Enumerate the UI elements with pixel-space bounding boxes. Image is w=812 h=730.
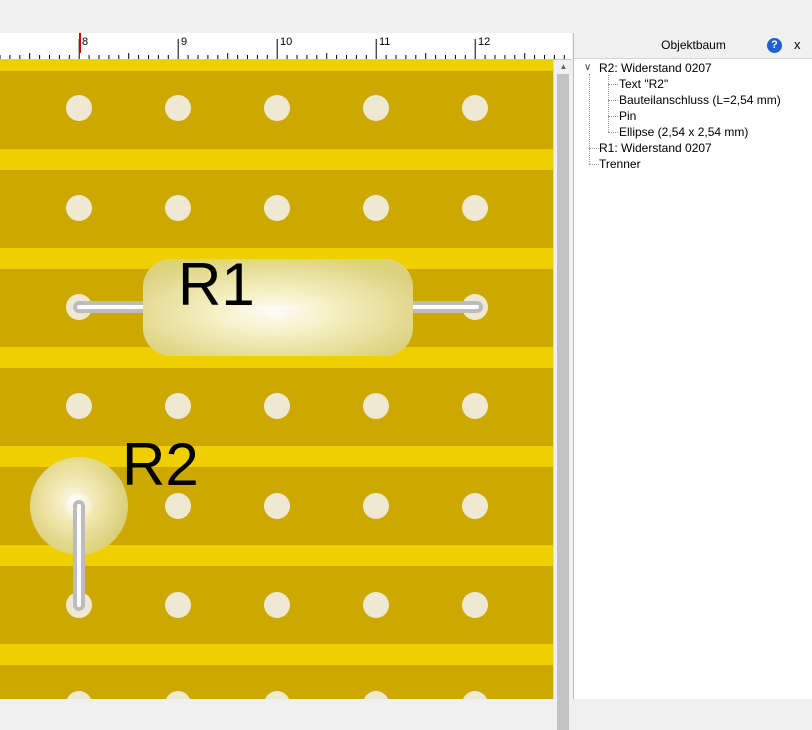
ruler-label: 10	[280, 36, 293, 48]
board-hole	[264, 493, 290, 519]
tree-connector	[589, 74, 590, 164]
chevron-down-icon[interactable]: ∨	[584, 62, 591, 73]
tree-item-r2[interactable]: R2: Widerstand 0207	[599, 61, 712, 75]
ruler-label: 11	[379, 36, 391, 48]
board-hole	[66, 95, 92, 121]
board-hole	[462, 592, 488, 618]
board-hole	[66, 195, 92, 221]
board-hole	[66, 393, 92, 419]
board-hole	[265, 691, 289, 699]
board-hole	[462, 493, 488, 519]
vertical-scrollbar[interactable]: ▲	[553, 60, 573, 730]
horizontal-ruler: 8 9 10 11 12	[0, 33, 572, 60]
board-hole	[264, 592, 290, 618]
board-hole	[165, 592, 191, 618]
tree-item-ellipse[interactable]: Ellipse (2,54 x 2,54 mm)	[619, 125, 748, 139]
strip-gap	[0, 60, 553, 71]
board-hole	[363, 592, 389, 618]
ruler-label: 9	[181, 36, 188, 48]
tree-connector	[608, 100, 618, 101]
resistor-r1[interactable]	[73, 259, 483, 356]
resistor-r2[interactable]	[30, 457, 128, 611]
board-hole	[364, 691, 388, 699]
board-hole	[363, 195, 389, 221]
tree-connector	[589, 164, 599, 165]
close-button[interactable]: x	[794, 37, 801, 52]
board-hole	[166, 691, 190, 699]
hole-grid	[66, 95, 488, 699]
tree-connector	[608, 84, 618, 85]
board-hole	[463, 691, 487, 699]
strip-gap	[0, 149, 553, 170]
strip-gap	[0, 644, 553, 665]
top-bar	[0, 0, 812, 33]
board-hole	[363, 393, 389, 419]
ruler-label: 12	[478, 36, 491, 48]
board-hole	[165, 393, 191, 419]
board-hole	[264, 393, 290, 419]
board-hole	[462, 195, 488, 221]
tree-item-bauteilanschluss[interactable]: Bauteilanschluss (L=2,54 mm)	[619, 93, 781, 107]
board-hole	[264, 95, 290, 121]
tree-item-text-r2[interactable]: Text "R2"	[619, 77, 668, 91]
panel-header: Objektbaum ? x	[574, 33, 812, 59]
tree-connector	[608, 116, 618, 117]
r2-label: R2	[122, 431, 199, 498]
tree-connector	[589, 148, 599, 149]
board-hole	[264, 195, 290, 221]
stripboard-canvas[interactable]: R1 R2	[0, 60, 553, 699]
object-tree-panel: Objektbaum ? x ∨ R2: Widerstand 0207 Tex…	[573, 33, 812, 699]
scroll-up-arrow-icon[interactable]: ▲	[554, 60, 573, 74]
board-hole	[363, 493, 389, 519]
tree-item-r1[interactable]: R1: Widerstand 0207	[599, 141, 712, 155]
r1-label: R1	[178, 251, 255, 318]
board-hole	[165, 195, 191, 221]
board-hole	[165, 95, 191, 121]
board-hole	[67, 691, 91, 699]
question-icon[interactable]: ?	[767, 38, 782, 53]
board-hole	[363, 95, 389, 121]
board-hole	[462, 393, 488, 419]
tree-connector	[608, 132, 618, 133]
tree-item-trenner[interactable]: Trenner	[599, 157, 641, 171]
scrollbar-thumb[interactable]	[557, 74, 569, 730]
board-hole	[462, 95, 488, 121]
tree-item-pin[interactable]: Pin	[619, 109, 636, 123]
ruler-label: 8	[82, 36, 89, 48]
